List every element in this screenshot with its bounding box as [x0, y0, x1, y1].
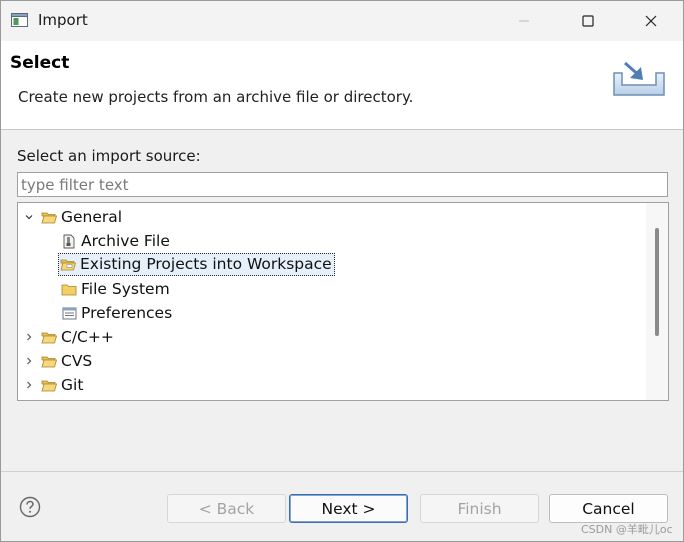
folder-icon [41, 354, 57, 368]
tree-item-label: CVS [61, 352, 93, 370]
tree-item-general[interactable]: General [23, 205, 122, 229]
chevron-down-icon[interactable] [23, 211, 35, 223]
tree-item-cvs[interactable]: CVS [23, 349, 92, 373]
window-app-icon [11, 13, 28, 27]
next-button[interactable]: Next > [289, 494, 408, 523]
finish-button[interactable]: Finish [420, 494, 539, 523]
tree-item-archive-file[interactable]: Archive File [61, 229, 170, 253]
chevron-right-icon[interactable] [23, 331, 35, 343]
selection-highlight: Existing Projects into Workspace [58, 252, 335, 276]
page-description: Create new projects from an archive file… [18, 88, 414, 106]
tree-item-label: Git [61, 376, 84, 394]
folder-icon [61, 282, 77, 296]
tree-item-label: Preferences [81, 304, 173, 322]
wizard-banner: Select Create new projects from an archi… [1, 41, 683, 130]
import-source-tree[interactable]: General Archive File Existing Projects i… [17, 202, 669, 401]
watermark: CSDN @羊毗儿oc [581, 523, 673, 536]
import-source-label: Select an import source: [17, 147, 201, 165]
close-button[interactable] [628, 1, 674, 41]
tree-item-label: Existing Projects into Workspace [80, 255, 332, 273]
chevron-right-icon[interactable] [23, 379, 35, 391]
page-title: Select [10, 53, 70, 73]
maximize-icon [582, 15, 594, 27]
preferences-icon [61, 306, 77, 320]
import-dialog: Import Select Create new projects from a… [0, 0, 684, 542]
close-icon [645, 15, 657, 27]
tree-item-label: File System [81, 280, 170, 298]
tree-item-label: C/C++ [61, 328, 114, 346]
tree-item-existing-projects[interactable]: Existing Projects into Workspace [58, 252, 335, 276]
filter-input[interactable] [17, 172, 668, 197]
folder-open-icon [60, 257, 76, 271]
folder-icon [41, 378, 57, 392]
help-icon[interactable] [19, 496, 41, 518]
archive-file-icon [61, 234, 77, 248]
tree-scrollbar[interactable] [646, 203, 668, 400]
scrollbar-thumb[interactable] [655, 228, 659, 336]
chevron-right-icon[interactable] [23, 355, 35, 367]
folder-open-icon [41, 210, 57, 224]
minimize-icon [519, 20, 529, 22]
folder-icon [41, 330, 57, 344]
cancel-button[interactable]: Cancel [549, 494, 668, 523]
tree-item-preferences[interactable]: Preferences [61, 301, 172, 325]
title-bar: Import [1, 1, 683, 41]
tree-item-label: General [61, 208, 123, 226]
tree-item-label: Archive File [81, 232, 170, 250]
footer-divider [1, 471, 683, 472]
back-button[interactable]: < Back [167, 494, 286, 523]
import-wizard-icon [613, 61, 665, 96]
tree-item-c-cpp[interactable]: C/C++ [23, 325, 114, 349]
minimize-button[interactable] [501, 1, 547, 41]
tree-item-file-system[interactable]: File System [61, 277, 170, 301]
tree-item-git[interactable]: Git [23, 373, 83, 397]
window-title: Import [38, 11, 88, 29]
maximize-button[interactable] [565, 1, 611, 41]
